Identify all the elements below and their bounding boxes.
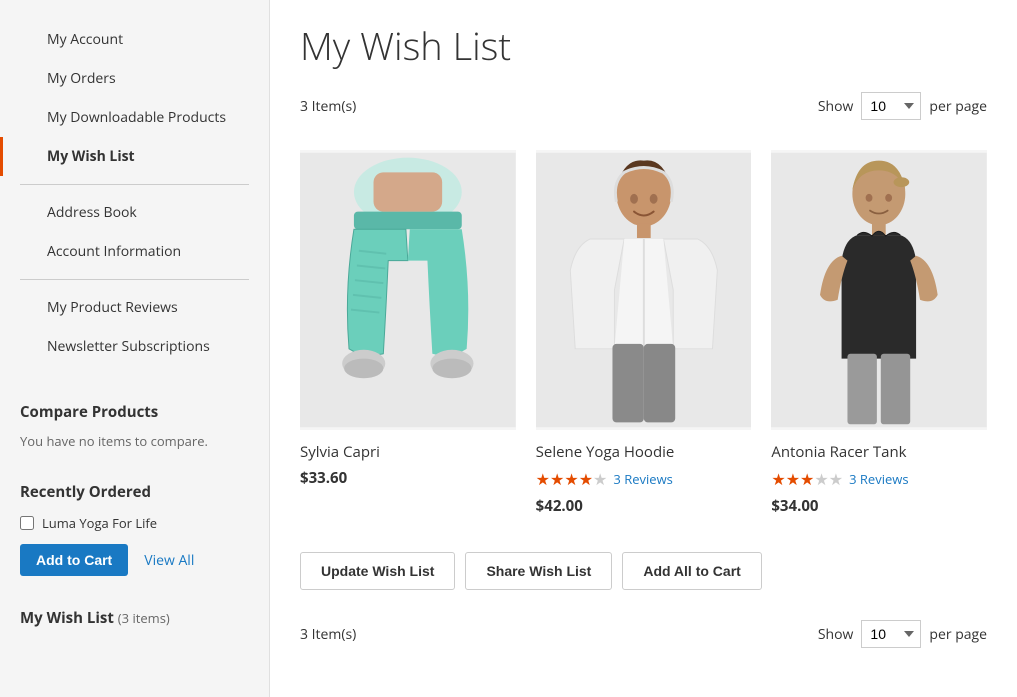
product-item-antonia-racer-tank: Antonia Racer Tank ★ ★ ★ ★ ★ 3 Reviews $… (771, 150, 987, 522)
compare-products-empty: You have no items to compare. (20, 432, 249, 450)
main-content: My Wish List 3 Item(s) Show 10 20 50 per… (270, 0, 1017, 697)
product-price-2: $42.00 (536, 496, 752, 516)
star-5-2: ★ (593, 468, 607, 490)
product-price-1: $33.60 (300, 468, 516, 488)
star-2-3: ★ (786, 468, 800, 490)
product-price-3: $34.00 (771, 496, 987, 516)
wishlist-summary-section: My Wish List (3 items) (0, 592, 269, 644)
product-image-3 (771, 150, 987, 430)
update-wish-list-button[interactable]: Update Wish List (300, 552, 455, 590)
recently-ordered-checkbox[interactable] (20, 516, 34, 530)
product-image-wrapper-1 (300, 150, 516, 430)
show-label-top: Show (818, 97, 854, 116)
sidebar-item-my-account[interactable]: My Account (0, 20, 269, 59)
stars-2: ★ ★ ★ ★ ★ (536, 468, 608, 490)
recently-ordered-item-label: Luma Yoga For Life (42, 514, 157, 532)
sidebar-nav: My Account My Orders My Downloadable Pro… (0, 20, 269, 366)
star-3-2: ★ (564, 468, 578, 490)
rating-wrapper-3: ★ ★ ★ ★ ★ 3 Reviews (771, 468, 987, 490)
product-image-2 (536, 150, 752, 430)
sidebar-divider-1 (20, 184, 249, 185)
star-4-3: ★ (814, 468, 828, 490)
recently-ordered-title: Recently Ordered (20, 482, 249, 502)
items-count-top: 3 Item(s) (300, 97, 356, 116)
toolbar-bottom: 3 Item(s) Show 10 20 50 per page (300, 610, 987, 648)
sidebar-add-to-cart-button[interactable]: Add to Cart (20, 544, 128, 576)
stars-3: ★ ★ ★ ★ ★ (771, 468, 843, 490)
compare-products-title: Compare Products (20, 402, 249, 422)
product-image-wrapper-3 (771, 150, 987, 430)
toolbar-top: 3 Item(s) Show 10 20 50 per page (300, 92, 987, 130)
share-wish-list-button[interactable]: Share Wish List (465, 552, 612, 590)
product-image-wrapper-2 (536, 150, 752, 430)
product-image-1 (300, 150, 516, 430)
product-name-2: Selene Yoga Hoodie (536, 442, 752, 462)
star-4-2: ★ (579, 468, 593, 490)
star-1-3: ★ (771, 468, 785, 490)
per-page-select-bottom[interactable]: 10 20 50 (861, 620, 921, 648)
per-page-select-top[interactable]: 10 20 50 (861, 92, 921, 120)
per-page-label-bottom: per page (929, 625, 987, 644)
products-grid: Sylvia Capri $33.60 (300, 150, 987, 522)
review-count-3[interactable]: 3 Reviews (849, 470, 908, 488)
star-3-3: ★ (800, 468, 814, 490)
compare-products-section: Compare Products You have no items to co… (0, 386, 269, 466)
show-label-bottom: Show (818, 625, 854, 644)
recently-ordered-item: Luma Yoga For Life (20, 514, 249, 532)
recently-ordered-section: Recently Ordered Luma Yoga For Life Add … (0, 466, 269, 592)
product-item-selene-yoga-hoodie: Selene Yoga Hoodie ★ ★ ★ ★ ★ 3 Reviews $… (536, 150, 752, 522)
star-1-2: ★ (536, 468, 550, 490)
sidebar-item-my-orders[interactable]: My Orders (0, 59, 269, 98)
sidebar-item-my-wish-list[interactable]: My Wish List (0, 137, 269, 176)
per-page-wrapper-top: Show 10 20 50 per page (818, 92, 987, 120)
sidebar-view-all-link[interactable]: View All (144, 551, 194, 570)
per-page-wrapper-bottom: Show 10 20 50 per page (818, 620, 987, 648)
sidebar-divider-2 (20, 279, 249, 280)
per-page-label-top: per page (929, 97, 987, 116)
sidebar: My Account My Orders My Downloadable Pro… (0, 0, 270, 697)
star-5-3: ★ (829, 468, 843, 490)
review-count-2[interactable]: 3 Reviews (613, 470, 672, 488)
sidebar-item-newsletter[interactable]: Newsletter Subscriptions (0, 327, 269, 366)
product-name-1: Sylvia Capri (300, 442, 516, 462)
product-name-3: Antonia Racer Tank (771, 442, 987, 462)
sidebar-item-downloadable-products[interactable]: My Downloadable Products (0, 98, 269, 137)
add-all-to-cart-button[interactable]: Add All to Cart (622, 552, 761, 590)
sidebar-item-address-book[interactable]: Address Book (0, 193, 269, 232)
product-item-sylvia-capri: Sylvia Capri $33.60 (300, 150, 516, 522)
actions-toolbar: Update Wish List Share Wish List Add All… (300, 552, 987, 590)
sidebar-item-product-reviews[interactable]: My Product Reviews (0, 288, 269, 327)
wishlist-summary-title: My Wish List (3 items) (20, 608, 249, 628)
sidebar-item-account-information[interactable]: Account Information (0, 232, 269, 271)
rating-wrapper-2: ★ ★ ★ ★ ★ 3 Reviews (536, 468, 752, 490)
page-title: My Wish List (300, 20, 987, 72)
star-2-2: ★ (550, 468, 564, 490)
items-count-bottom: 3 Item(s) (300, 625, 356, 644)
